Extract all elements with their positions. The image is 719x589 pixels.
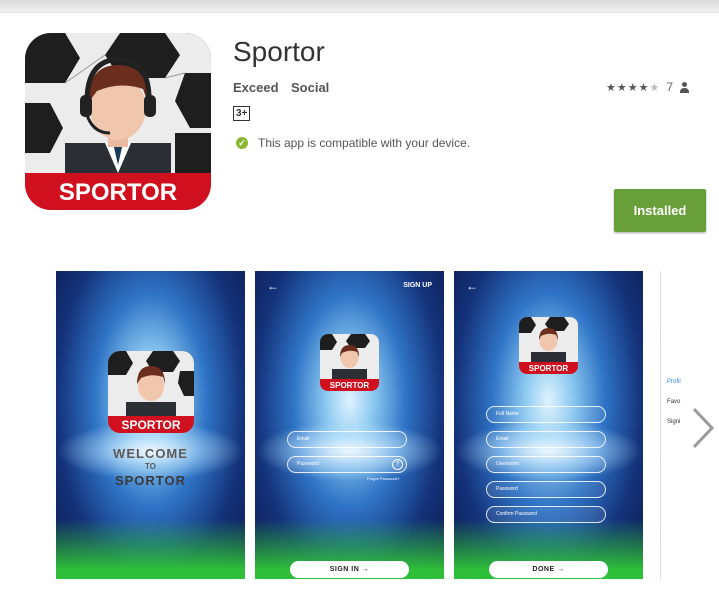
full-name-field: Full Name [486, 406, 606, 423]
installed-button[interactable]: Installed [614, 189, 706, 232]
screenshot-signin[interactable]: ← SIGN UP SPORTOR Email Password ? Forgo… [255, 271, 444, 579]
email-field: Email [287, 431, 407, 448]
password-field: Password [486, 481, 606, 498]
app-icon-text: SPORTOR [59, 179, 177, 206]
rating-count: 7 [666, 80, 674, 94]
browser-top-bar [0, 0, 719, 13]
username-field: Username [486, 456, 606, 473]
partial-item-sign: Signi [667, 419, 681, 425]
email-placeholder: Email [297, 436, 310, 442]
welcome-line2: TO [145, 462, 156, 471]
back-arrow-icon: ← [466, 279, 478, 293]
help-icon: ? [392, 459, 403, 470]
done-button: DONE → [489, 561, 608, 578]
developer-link[interactable]: Exceed [233, 80, 279, 95]
person-icon [679, 81, 690, 93]
username-placeholder: Username [496, 461, 520, 467]
compatibility-text: This app is compatible with your device. [258, 136, 471, 150]
welcome-line3: SPORTOR [114, 473, 187, 488]
screenshot-partial[interactable]: Profil Favo Signi [660, 271, 690, 579]
star-icon: ★ [606, 81, 617, 94]
app-icon: SPORTOR [25, 33, 211, 210]
password-placeholder: Password [496, 486, 518, 492]
content-rating-badge: 3+ [233, 106, 251, 121]
check-circle-icon: ✓ [236, 137, 248, 149]
star-icon: ★ [638, 81, 650, 94]
star-empty-icon: ★ [649, 81, 661, 94]
forgot-password-link: Forgot Password? [367, 476, 400, 481]
app-logo: SPORTOR [320, 334, 379, 391]
screenshot-signup[interactable]: ← SPORTOR Full Name Email Username Passw… [454, 271, 643, 579]
signup-link: SIGN UP [403, 282, 432, 289]
back-arrow-icon: ← [267, 279, 279, 293]
full-name-placeholder: Full Name [496, 411, 519, 417]
password-field: Password ? [287, 456, 407, 473]
confirm-password-field: Confirm Password [486, 506, 606, 523]
confirm-password-placeholder: Confirm Password [496, 511, 537, 517]
logo-text: SPORTOR [121, 418, 180, 432]
chevron-right-icon[interactable] [690, 405, 716, 451]
logo-text: SPORTOR [529, 364, 569, 373]
app-title: Sportor [233, 36, 325, 67]
screenshot-welcome[interactable]: SPORTOR WELCOME TO SPORTOR [56, 271, 245, 579]
partial-item-favorites: Favo [667, 399, 681, 405]
app-logo: SPORTOR [108, 351, 194, 433]
email-placeholder: Email [496, 436, 509, 442]
compatibility-notice: ✓ This app is compatible with your devic… [236, 136, 470, 150]
star-icon: ★ [627, 81, 639, 94]
logo-text: SPORTOR [330, 381, 370, 390]
partial-item-profile: Profil [667, 379, 681, 385]
sign-in-button: SIGN IN → [290, 561, 409, 578]
email-field: Email [486, 431, 606, 448]
star-rating: ★ ★ ★ ★ ★ 7 [606, 80, 690, 94]
category-link[interactable]: Social [291, 80, 329, 95]
star-icon: ★ [616, 81, 628, 94]
app-logo: SPORTOR [519, 317, 578, 374]
password-placeholder: Password [297, 461, 319, 467]
welcome-line1: WELCOME [113, 446, 188, 461]
